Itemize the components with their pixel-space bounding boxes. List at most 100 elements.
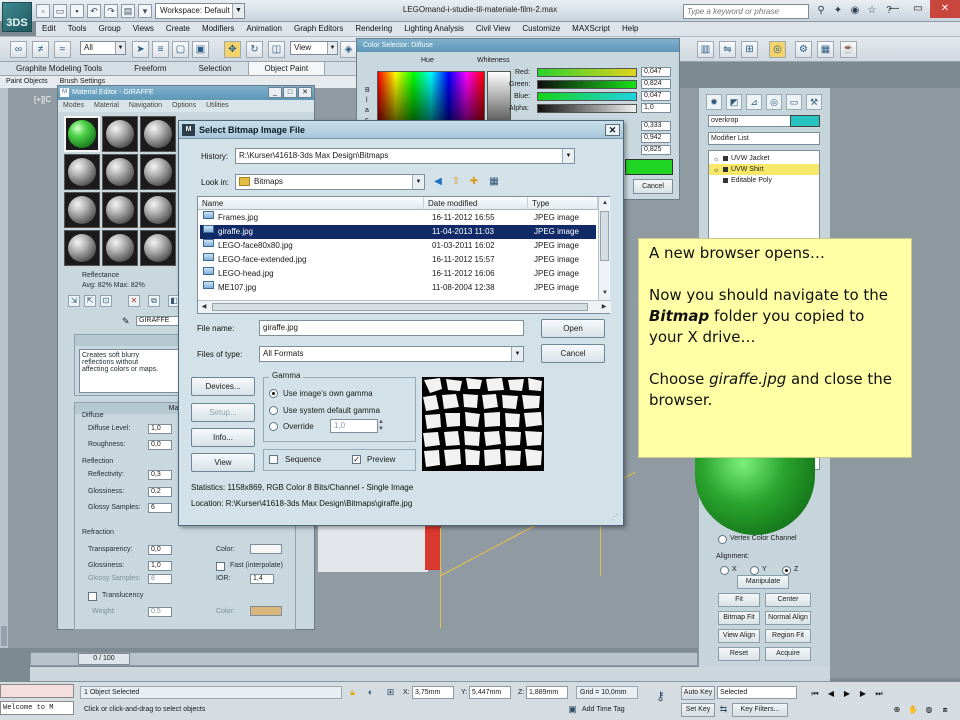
display-tab-icon[interactable]: ▭ — [786, 94, 802, 110]
save-icon[interactable]: ▪ — [70, 4, 84, 18]
render-icon[interactable]: ☕ — [840, 41, 857, 58]
close-icon[interactable]: ✕ — [298, 87, 312, 98]
menu-lighting-analysis[interactable]: Lighting Analysis — [398, 22, 470, 36]
assign-material-icon[interactable]: ⊡ — [100, 295, 112, 307]
view-align-button[interactable]: View Align — [718, 629, 760, 643]
axis-z-radio[interactable] — [782, 566, 791, 575]
selection-filter-dropdown[interactable]: All ▼ — [80, 41, 126, 55]
gamma-override-input[interactable]: 1,0 — [330, 419, 378, 433]
red-slider[interactable] — [537, 68, 637, 77]
time-slider[interactable]: 0 / 100 — [78, 653, 130, 665]
tab-freeform[interactable]: Freeform — [118, 62, 182, 75]
axis-x-radio[interactable] — [720, 566, 729, 575]
rotate-icon[interactable]: ↻ — [246, 41, 263, 58]
menu-rendering[interactable]: Rendering — [349, 22, 398, 36]
menu-modifiers[interactable]: Modifiers — [196, 22, 240, 36]
fit-button[interactable]: Fit — [718, 593, 760, 607]
create-tab-icon[interactable]: ✹ — [706, 94, 722, 110]
roughness-input[interactable]: 0,0 — [148, 440, 172, 450]
file-name-input[interactable]: giraffe.jpg — [259, 320, 524, 336]
ribbon-paint-objects[interactable]: Paint Objects — [0, 76, 54, 88]
scroll-thumb[interactable] — [600, 211, 609, 261]
tab-selection[interactable]: Selection — [183, 62, 248, 75]
menu-utilities[interactable]: Utilities — [201, 100, 234, 112]
maximize-icon[interactable]: □ — [283, 87, 297, 98]
file-row[interactable]: LEGO-face-extended.jpg 16-11-2012 15:57 JP… — [200, 253, 596, 267]
dock-grip[interactable] — [1, 626, 7, 646]
reference-coordinate-dropdown[interactable]: View ▼ — [290, 41, 338, 55]
material-slot[interactable] — [140, 154, 176, 190]
delete-material-icon[interactable]: ✕ — [128, 295, 140, 307]
bitmap-fit-button[interactable]: Bitmap Fit — [718, 611, 760, 625]
ior-input[interactable]: 1,4 — [250, 574, 274, 584]
undo-icon[interactable]: ↶ — [87, 4, 101, 18]
hierarchy-tab-icon[interactable]: ⊿ — [746, 94, 762, 110]
unlink-icon[interactable]: ≠ — [32, 41, 49, 58]
column-date-modified[interactable]: Date modified — [424, 197, 528, 210]
red-value[interactable]: 0,047 — [641, 67, 671, 77]
translucency-checkbox[interactable] — [88, 592, 97, 601]
reset-button[interactable]: Reset — [718, 647, 760, 661]
render-setup-icon[interactable]: ⚙ — [795, 41, 812, 58]
setup-button[interactable]: Setup... — [191, 403, 255, 422]
color-cancel-button[interactable]: Cancel — [633, 179, 673, 194]
reflectivity-input[interactable]: 0,3 — [148, 470, 172, 480]
preview-checkbox[interactable]: ✓ — [352, 455, 361, 464]
alpha-value[interactable]: 1,0 — [641, 103, 671, 113]
column-type[interactable]: Type — [528, 197, 598, 210]
history-dropdown[interactable]: R:\Kurser\41618-3ds Max Design\Bitmaps ▼ — [235, 148, 575, 164]
region-fit-button[interactable]: Region Fit — [765, 629, 811, 643]
refraction-glossiness-input[interactable]: 1,0 — [148, 561, 172, 571]
menu-edit[interactable]: Edit — [36, 22, 62, 36]
menu-views[interactable]: Views — [127, 22, 160, 36]
files-of-type-dropdown[interactable]: All Formats ▼ — [259, 346, 524, 362]
rendered-frame-icon[interactable]: ▦ — [817, 41, 834, 58]
rectangular-selection-icon[interactable]: ▢ — [172, 41, 189, 58]
file-row[interactable]: Frames.jpg 16-11-2012 16:55 JPEG image — [200, 211, 596, 225]
saturation-value[interactable]: 0,942 — [641, 133, 671, 143]
put-to-scene-icon[interactable]: ⇱ — [84, 295, 96, 307]
utilities-tab-icon[interactable]: ⚒ — [806, 94, 822, 110]
binoculars-icon[interactable]: ⚲ — [814, 4, 828, 18]
tab-graphite-modeling[interactable]: Graphite Modeling Tools — [0, 62, 118, 75]
material-slot[interactable] — [140, 116, 176, 152]
glossy-samples-input[interactable]: 6 — [148, 503, 172, 513]
scroll-right-icon[interactable]: ▶ — [598, 301, 610, 313]
object-color-swatch[interactable] — [790, 115, 820, 127]
tab-object-paint[interactable]: Object Paint — [247, 62, 326, 75]
set-key-button[interactable]: Set Key — [681, 703, 715, 717]
open-button[interactable]: Open — [541, 319, 605, 338]
go-to-end-icon[interactable]: ⏭︎ — [872, 687, 886, 700]
previous-frame-icon[interactable]: ◀ — [824, 687, 838, 700]
window-crossing-icon[interactable]: ▣ — [192, 41, 209, 58]
project-folder-icon[interactable]: ▤ — [121, 4, 135, 18]
center-button[interactable]: Center — [765, 593, 811, 607]
menu-group[interactable]: Group — [92, 22, 126, 36]
menu-navigation[interactable]: Navigation — [124, 100, 167, 112]
named-selection-icon[interactable]: ▥ — [697, 41, 714, 58]
translucency-color-swatch[interactable] — [250, 606, 282, 616]
translucency-weight-input[interactable]: 0,5 — [148, 607, 172, 617]
menu-create[interactable]: Create — [160, 22, 196, 36]
orbit-icon[interactable]: ◍ — [922, 703, 936, 716]
modifier-list-dropdown[interactable]: Modifier List — [708, 132, 820, 145]
menu-tools[interactable]: Tools — [62, 22, 93, 36]
zoom-icon[interactable]: ⊕ — [890, 703, 904, 716]
get-material-icon[interactable]: ⇲ — [68, 295, 80, 307]
glossiness-input[interactable]: 0,2 — [148, 487, 172, 497]
material-slot[interactable] — [102, 230, 138, 266]
minimize-icon[interactable]: — — [882, 0, 906, 18]
look-in-dropdown[interactable]: Bitmaps ▼ — [235, 174, 425, 190]
scale-icon[interactable]: ◫ — [268, 41, 285, 58]
dialog-cancel-button[interactable]: Cancel — [541, 344, 605, 363]
menu-maxscript[interactable]: MAXScript — [566, 22, 616, 36]
file-list-vertical-scrollbar[interactable]: ▲ ▼ — [598, 197, 610, 300]
y-coordinate-input[interactable]: 5,447mm — [469, 686, 511, 699]
alpha-slider[interactable] — [537, 104, 637, 113]
blue-slider[interactable] — [537, 92, 637, 101]
sequence-checkbox[interactable] — [269, 455, 278, 464]
play-icon[interactable]: ▶ — [840, 687, 854, 700]
maxscript-listener[interactable] — [0, 684, 74, 698]
material-slot[interactable] — [64, 192, 100, 228]
maximize-viewport-icon[interactable]: ⧈ — [938, 703, 952, 716]
